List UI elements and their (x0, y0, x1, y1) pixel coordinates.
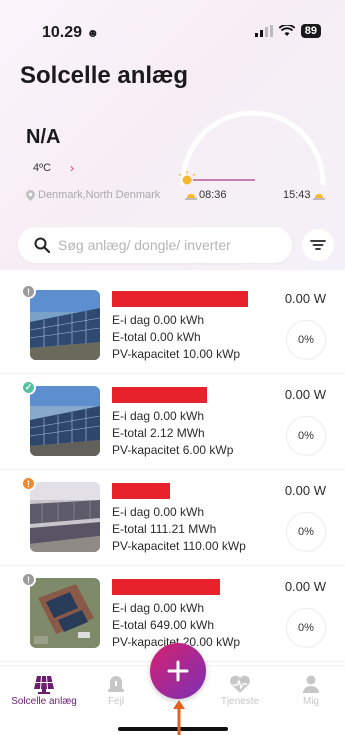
annotation-arrow-icon (173, 700, 185, 735)
sunset-time: 15:43 (283, 189, 311, 201)
nav-me[interactable]: Mig (271, 674, 345, 707)
location: Denmark,North Denmark (26, 189, 160, 201)
nav-service[interactable]: Tjeneste (200, 674, 280, 707)
temperature: 4ºC (33, 162, 52, 174)
sun-arc (178, 110, 326, 186)
solar-panel-icon (34, 675, 54, 694)
nav-solar-plants[interactable]: Solcelle anlæg (4, 674, 84, 707)
status-normal-icon: ✓ (21, 380, 36, 395)
energy-today: E-i dag 0.00 kWh (112, 409, 205, 423)
status-icons: 89 (254, 24, 321, 38)
pv-capacity: PV-kapacitet 10.00 kWp (112, 347, 241, 361)
status-offline-icon: ! (21, 572, 36, 587)
status-bar: 10.29 ☻ 89 (0, 22, 345, 44)
redacted-plant-name (112, 483, 170, 499)
plant-thumbnail (30, 578, 100, 648)
nav-label: Tjeneste (220, 696, 260, 707)
page-title: Solcelle anlæg (20, 62, 189, 89)
sunrise: 08:36 (185, 189, 227, 201)
search-icon (34, 237, 50, 253)
location-text: Denmark,North Denmark (38, 189, 161, 201)
current-power: 0.00 W (284, 579, 326, 594)
nav-label: Fejl (107, 696, 125, 707)
redacted-plant-name (112, 579, 220, 595)
energy-total: E-total 2.12 MWh (112, 426, 205, 440)
energy-today: E-i dag 0.00 kWh (112, 313, 205, 327)
efficiency-percent: 0% (286, 320, 326, 360)
wifi-icon (278, 25, 295, 36)
energy-today: E-i dag 0.00 kWh (112, 505, 205, 519)
sunset: 15:43 (283, 189, 325, 201)
nav-faults[interactable]: Fejl (76, 674, 156, 707)
sunrise-time: 08:36 (199, 189, 227, 201)
current-power: 0.00 W (284, 483, 326, 498)
filter-button[interactable] (302, 229, 334, 261)
energy-total: E-total 649.00 kWh (112, 618, 215, 632)
sunrise-icon (185, 194, 197, 200)
redacted-plant-name (112, 387, 207, 403)
efficiency-percent: 0% (286, 512, 326, 552)
sunset-icon (312, 194, 325, 200)
add-plant-button[interactable] (150, 643, 206, 699)
alarm-bell-icon (108, 676, 124, 692)
plant-card[interactable]: ! E-i dag 0.00 kWh E-total 0.00 kWh PV-k… (0, 278, 345, 374)
signal-icon (254, 25, 273, 37)
search-input[interactable]: Søg anlæg/ dongle/ inverter (18, 227, 292, 263)
nav-label: Solcelle anlæg (11, 696, 77, 707)
user-icon (303, 675, 319, 693)
status-offline-icon: ! (21, 284, 36, 299)
status-warning-icon: ! (21, 476, 36, 491)
pv-capacity: PV-kapacitet 110.00 kWp (112, 539, 246, 553)
plant-thumbnail (30, 386, 100, 456)
chevron-right-icon[interactable]: › (70, 161, 74, 175)
plant-card[interactable]: ✓ E-i dag 0.00 kWh E-total 2.12 MWh PV-k… (0, 374, 345, 470)
plus-icon (167, 660, 189, 682)
nav-label: Mig (302, 696, 320, 707)
current-power: 0.00 W (284, 387, 326, 402)
pv-capacity: PV-kapacitet 6.00 kWp (112, 443, 234, 457)
energy-total: E-total 111.21 MWh (112, 522, 217, 536)
plant-thumbnail (30, 482, 100, 552)
weather-condition: N/A (26, 126, 61, 148)
filter-icon (310, 240, 326, 250)
energy-total: E-total 0.00 kWh (112, 330, 201, 344)
redacted-plant-name (112, 291, 248, 307)
energy-today: E-i dag 0.00 kWh (112, 601, 205, 615)
efficiency-percent: 0% (286, 416, 326, 456)
heart-service-icon (230, 675, 250, 693)
location-pin-icon (26, 189, 35, 201)
battery-indicator: 89 (300, 24, 321, 38)
search-placeholder: Søg anlæg/ dongle/ inverter (58, 237, 231, 253)
plant-card[interactable]: ! E-i dag 0.00 kWh E-total 111.21 MWh PV… (0, 470, 345, 566)
current-power: 0.00 W (284, 291, 326, 306)
status-time: 10.29 ☻ (42, 24, 100, 41)
plant-thumbnail (30, 290, 100, 360)
efficiency-percent: 0% (286, 608, 326, 648)
